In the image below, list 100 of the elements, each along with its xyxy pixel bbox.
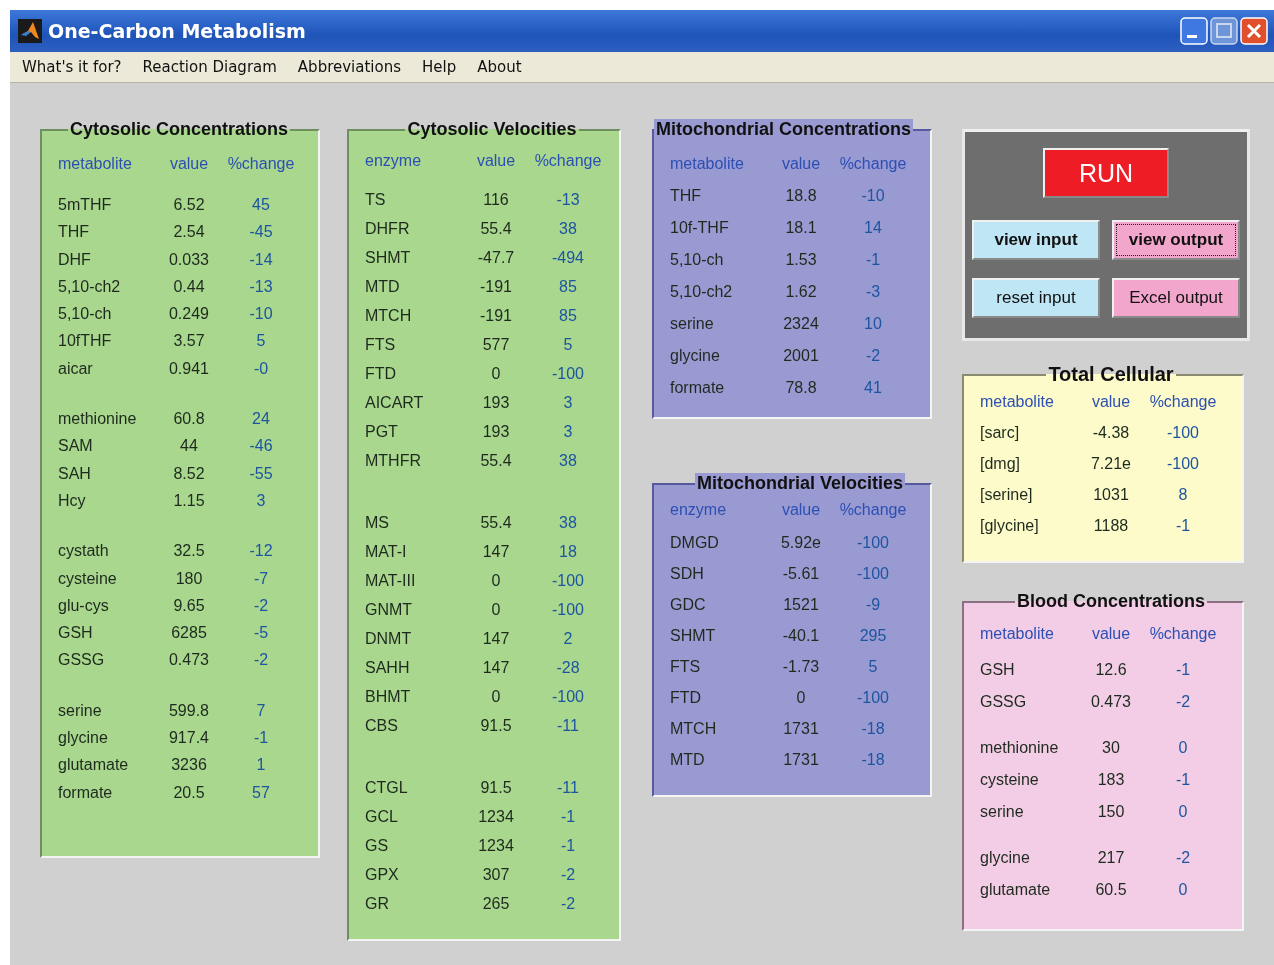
table-cell-text: 0.473 — [167, 651, 210, 670]
close-icon[interactable] — [1240, 17, 1268, 45]
table-cell-text: 44 — [179, 437, 199, 456]
table-cell-text: 217 — [1096, 849, 1126, 867]
table-cell-text: -18 — [860, 719, 886, 738]
panel-title: Blood Concentrations — [1016, 591, 1206, 612]
table-cell-text: 1031 — [1092, 485, 1130, 504]
table-cell-text: -45 — [248, 223, 274, 242]
column-header: %change — [1148, 625, 1218, 643]
table-cell-text: -11 — [556, 716, 580, 735]
table-cell-text: GSH — [58, 624, 94, 643]
table-cell-text: methionine — [58, 410, 138, 428]
table-cell-text: GR — [365, 894, 390, 913]
menu-item[interactable]: What's it for? — [22, 58, 122, 76]
table-cell-text: 38 — [558, 219, 578, 238]
table-cell-text: -10 — [860, 187, 886, 205]
table-cell-text: -191 — [479, 277, 513, 296]
table-cell-text: 91.5 — [479, 778, 513, 797]
table-cell-text: 20.5 — [172, 783, 206, 802]
table-cell-text: 1731 — [782, 719, 820, 738]
table-cell-text: MTCH — [365, 306, 413, 325]
table-cell-text: GS — [365, 836, 390, 855]
table-cell-text: 1.15 — [172, 491, 206, 510]
table-cell-text: FTS — [365, 335, 397, 354]
menu-item[interactable]: About — [477, 58, 522, 76]
table-cell-text: 150 — [1096, 803, 1126, 821]
table-cell-text: DNMT — [365, 629, 413, 648]
table-cell-text: 183 — [1096, 771, 1126, 789]
table-cell-text: 0.44 — [172, 277, 206, 296]
maximize-icon[interactable] — [1210, 17, 1238, 45]
column-header: metabolite — [980, 625, 1055, 643]
table-cell-text: 5 — [255, 332, 267, 351]
table-cell-text: -18 — [860, 750, 886, 769]
table-cell-text: 10 — [863, 315, 883, 333]
table-cell-text: CTGL — [365, 778, 409, 797]
table-cell-text: 12.6 — [1094, 661, 1128, 679]
action-button[interactable]: view input — [972, 220, 1100, 260]
table-cell-text: GDC — [670, 595, 707, 614]
table-cell-text: -1 — [559, 836, 577, 855]
table-cell-text: 265 — [481, 894, 511, 913]
column-header: %change — [533, 151, 603, 170]
table-cell-text: -100 — [856, 533, 890, 552]
table-cell-text: -1 — [1174, 771, 1192, 789]
action-button[interactable]: view output — [1112, 220, 1240, 260]
table-cell-text: 1.62 — [784, 283, 818, 301]
table-cell-text: 57 — [251, 783, 271, 802]
action-button[interactable]: Excel output — [1112, 278, 1240, 318]
table-cell-text: 8 — [1177, 485, 1189, 504]
table-cell-text: -100 — [1166, 454, 1200, 473]
table-cell-text: BHMT — [365, 687, 412, 706]
table-cell-text: [serine] — [980, 485, 1034, 504]
table-cell-text: 193 — [481, 422, 511, 441]
menu-item[interactable]: Reaction Diagram — [142, 58, 277, 76]
table-cell-text: -2 — [559, 894, 577, 913]
table-cell-text: -4.38 — [1091, 423, 1131, 442]
column-header: metabolite — [670, 155, 745, 173]
table-cell-text: 6.52 — [172, 195, 206, 214]
table-cell-text: 1234 — [477, 836, 515, 855]
table-cell-text: 0 — [795, 688, 807, 707]
table-cell-text: -100 — [551, 600, 585, 619]
table-cell-text: 599.8 — [167, 701, 210, 720]
menu-item[interactable]: Help — [422, 58, 457, 76]
panel-title: Total Cellular — [1047, 363, 1175, 386]
table-cell-text: MTD — [670, 750, 706, 769]
table-cell-text: -2 — [1174, 693, 1192, 711]
table-cell-text: GSH — [980, 661, 1016, 679]
table-cell-text: 0 — [490, 600, 502, 619]
table-cell-text: -5 — [252, 624, 270, 643]
table-cell-text: 5,10-ch2 — [670, 283, 734, 301]
table-cell-text: GSSG — [58, 651, 106, 670]
table-cell-text: 917.4 — [167, 729, 210, 747]
table-cell-text: serine — [980, 803, 1025, 821]
table-cell-text: -1 — [252, 729, 270, 747]
table-cell-text: 3 — [255, 491, 267, 510]
table-cell-text: Hcy — [58, 491, 87, 510]
table-cell-text: 0.473 — [1089, 693, 1132, 711]
table-cell-text: -13 — [248, 277, 274, 296]
action-button[interactable]: RUN — [1043, 148, 1169, 198]
table-cell-text: 6285 — [170, 624, 208, 643]
table-cell-text: -55 — [248, 464, 274, 483]
table-cell-text: 147 — [481, 658, 511, 677]
panel-title: Cytosolic Concentrations — [69, 119, 290, 140]
column-header: value — [1090, 625, 1132, 643]
menu-item[interactable]: Abbreviations — [297, 58, 401, 76]
table-cell-text: 38 — [558, 513, 578, 532]
minimize-icon[interactable] — [1180, 17, 1208, 45]
table-cell-text: 0 — [490, 364, 502, 383]
table-cell-text: GNMT — [365, 600, 414, 619]
table-cell-text: -40.1 — [781, 626, 821, 645]
table-cell-text: 5.92e — [779, 533, 822, 552]
table-cell-text: FTS — [670, 657, 702, 676]
table-cell-text: 5,10-ch — [58, 305, 113, 324]
table-cell-text: 5,10-ch2 — [58, 277, 122, 296]
table-cell-text: -2 — [252, 651, 270, 670]
table-cell-text: formate — [58, 783, 114, 802]
table-cell-text: -2 — [559, 865, 577, 884]
table-cell-text: 30 — [1101, 739, 1121, 757]
column-header: value — [168, 154, 210, 173]
action-button[interactable]: reset input — [972, 278, 1100, 318]
table-cell-text: 1521 — [782, 595, 820, 614]
